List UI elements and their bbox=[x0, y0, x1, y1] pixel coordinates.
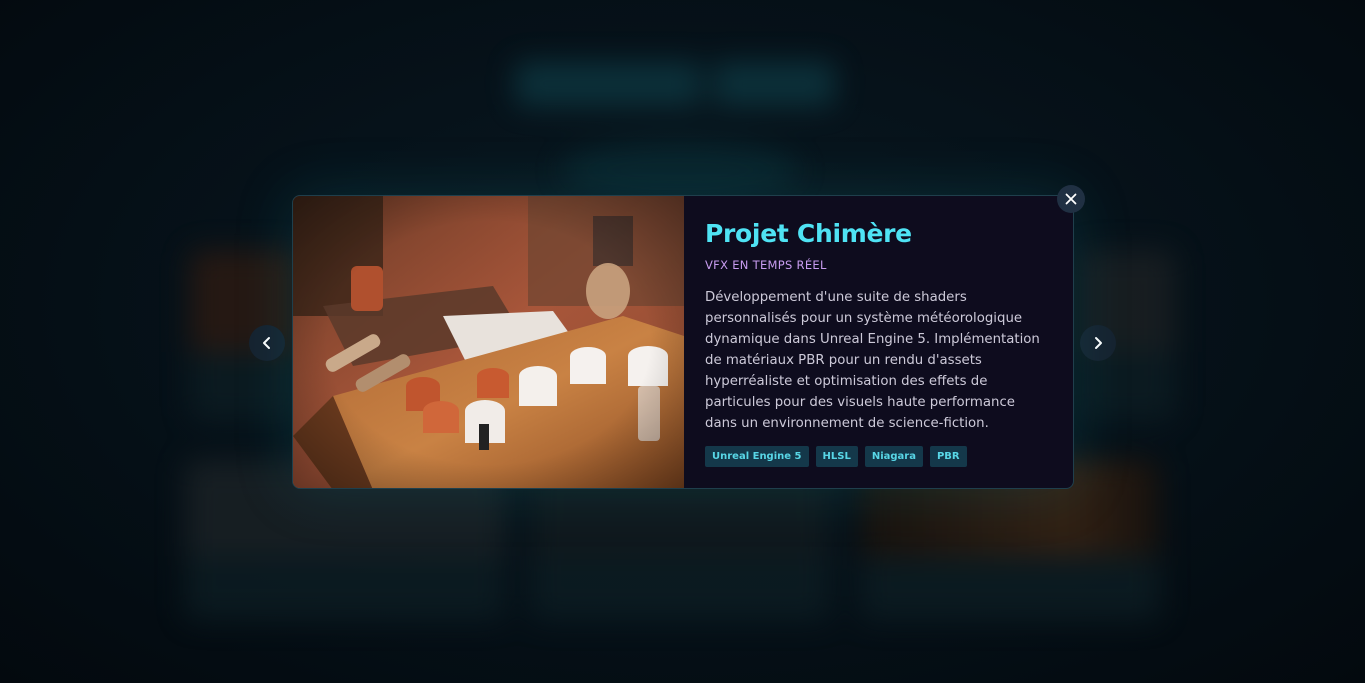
tag-niagara: Niagara bbox=[864, 446, 923, 467]
tag-list: Unreal Engine 5 HLSL Niagara PBR bbox=[705, 446, 1050, 467]
project-details: Projet Chimère VFX EN TEMPS RÉEL Dévelop… bbox=[684, 196, 1073, 488]
tag-hlsl: HLSL bbox=[815, 446, 858, 467]
project-photo bbox=[293, 196, 684, 488]
previous-project-button[interactable] bbox=[249, 325, 285, 361]
chevron-right-icon bbox=[1095, 337, 1102, 349]
background-glow bbox=[560, 140, 800, 200]
tag-unreal-engine-5: Unreal Engine 5 bbox=[705, 446, 809, 467]
project-modal: Projet Chimère VFX EN TEMPS RÉEL Dévelop… bbox=[292, 195, 1074, 489]
background-heading bbox=[515, 62, 835, 106]
project-image bbox=[293, 196, 684, 488]
project-category: VFX EN TEMPS RÉEL bbox=[705, 258, 827, 272]
project-title: Projet Chimère bbox=[705, 219, 912, 248]
close-modal-button[interactable] bbox=[1057, 185, 1085, 213]
project-description: Développement d'une suite de shaders per… bbox=[705, 290, 1040, 431]
chevron-left-icon bbox=[263, 337, 270, 349]
next-project-button[interactable] bbox=[1080, 325, 1116, 361]
close-icon bbox=[1065, 193, 1077, 205]
page: Projet Chimère VFX EN TEMPS RÉEL Dévelop… bbox=[0, 0, 1365, 683]
tag-pbr: PBR bbox=[929, 446, 967, 467]
